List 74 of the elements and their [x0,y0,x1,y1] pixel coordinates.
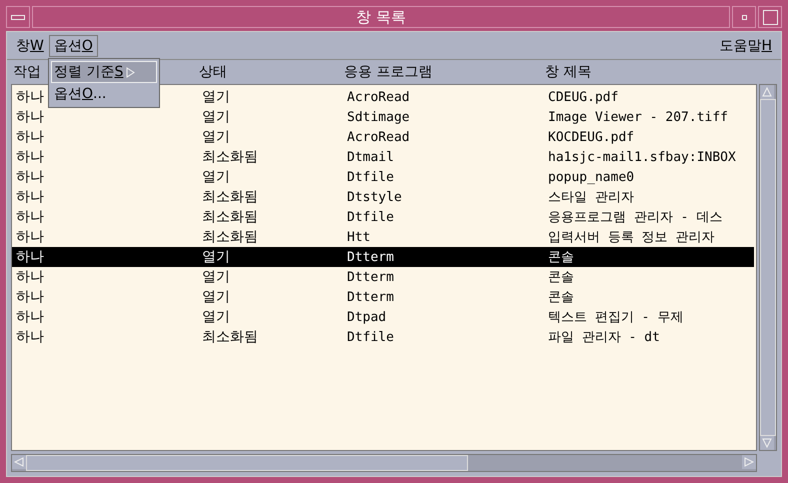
table-cell: 하나 [16,169,44,185]
table-cell: 하나 [16,149,44,165]
menu-item[interactable]: 정렬 기준S [51,61,157,83]
table-cell: 최소화됨 [202,149,258,165]
column-header: 상태 [199,64,227,80]
column-header: 창 제목 [545,64,592,80]
table-cell: 최소화됨 [202,229,258,245]
table-cell: 응용프로그램 관리자 - 데스 [548,210,722,225]
table-cell: Dtpad [347,310,386,325]
table-cell: AcroRead [347,90,410,105]
table-cell: Dtfile [347,210,394,225]
table-cell: 열기 [202,269,230,285]
table-cell: 콘솔 [548,270,574,285]
table-cell: 최소화됨 [202,329,258,345]
window-menu-button[interactable] [6,6,30,28]
horizontal-scrollbar[interactable] [11,454,757,472]
table-cell: Sdtimage [347,110,410,125]
menu-item[interactable]: 옵션O... [51,83,157,105]
menu-item[interactable]: 창W [11,34,49,56]
table-cell: 하나 [16,209,44,225]
scroll-thumb[interactable] [760,99,776,436]
table-cell: 최소화됨 [202,209,258,225]
down-arrow-icon[interactable] [760,436,774,450]
help-menu[interactable]: 도움말H [714,34,777,56]
minimize-button[interactable] [732,6,756,28]
table-cell: 하나 [16,189,44,205]
table-cell: 하나 [16,129,44,145]
table-cell: 열기 [202,309,230,325]
left-arrow-icon[interactable] [12,455,26,469]
table-cell: ha1sjc-mail1.sfbay:INBOX [548,150,736,165]
table-cell: 열기 [202,289,230,305]
table-cell: 하나 [16,249,44,265]
menu-item[interactable]: 옵션O [48,34,98,56]
table-cell: Htt [347,230,370,245]
table-cell: 콘솔 [548,290,574,305]
table-cell: 최소화됨 [202,189,258,205]
vertical-scrollbar[interactable] [759,84,777,451]
scroll-thumb[interactable] [26,455,468,471]
window-title: 창 목록 [32,6,730,28]
table-cell: 스타일 관리자 [548,190,634,205]
table-cell: 하나 [16,309,44,325]
table-cell: Dtmail [347,150,394,165]
table-cell: 파일 관리자 - dt [548,330,660,345]
table-cell: Dtterm [347,250,394,265]
table-cell: AcroRead [347,130,410,145]
table-cell: 열기 [202,129,230,145]
table-cell: 하나 [16,269,44,285]
table-cell: 하나 [16,109,44,125]
table-cell: 열기 [202,169,230,185]
maximize-button[interactable] [758,6,782,28]
table-cell: Dtfile [347,170,394,185]
table-cell: Dtfile [347,330,394,345]
table-cell: 열기 [202,109,230,125]
table-cell: 텍스트 편집기 - 무제 [548,310,684,325]
table-cell: 입력서버 등록 정보 관리자 [548,230,714,245]
table-cell: Dtstyle [347,190,402,205]
column-header: 작업 [13,64,41,80]
right-arrow-icon[interactable] [742,455,756,469]
table-cell: 열기 [202,249,230,265]
table-cell: 하나 [16,289,44,305]
table-cell: Dtterm [347,270,394,285]
table-cell: 하나 [16,89,44,105]
table-cell: 콘솔 [548,250,574,265]
table-cell: popup_name0 [548,170,634,185]
selected-row[interactable]: 하나 열기 Dtterm 콘솔 [12,247,754,267]
table-cell: CDEUG.pdf [548,90,618,105]
table-cell: 하나 [16,329,44,345]
table-cell: KOCDEUG.pdf [548,130,634,145]
column-header: 응용 프로그램 [344,64,432,80]
table-cell: Image Viewer - 207.tiff [548,110,728,125]
up-arrow-icon[interactable] [760,85,774,99]
table-cell: Dtterm [347,290,394,305]
table-cell: 열기 [202,89,230,105]
table-cell: 하나 [16,229,44,245]
